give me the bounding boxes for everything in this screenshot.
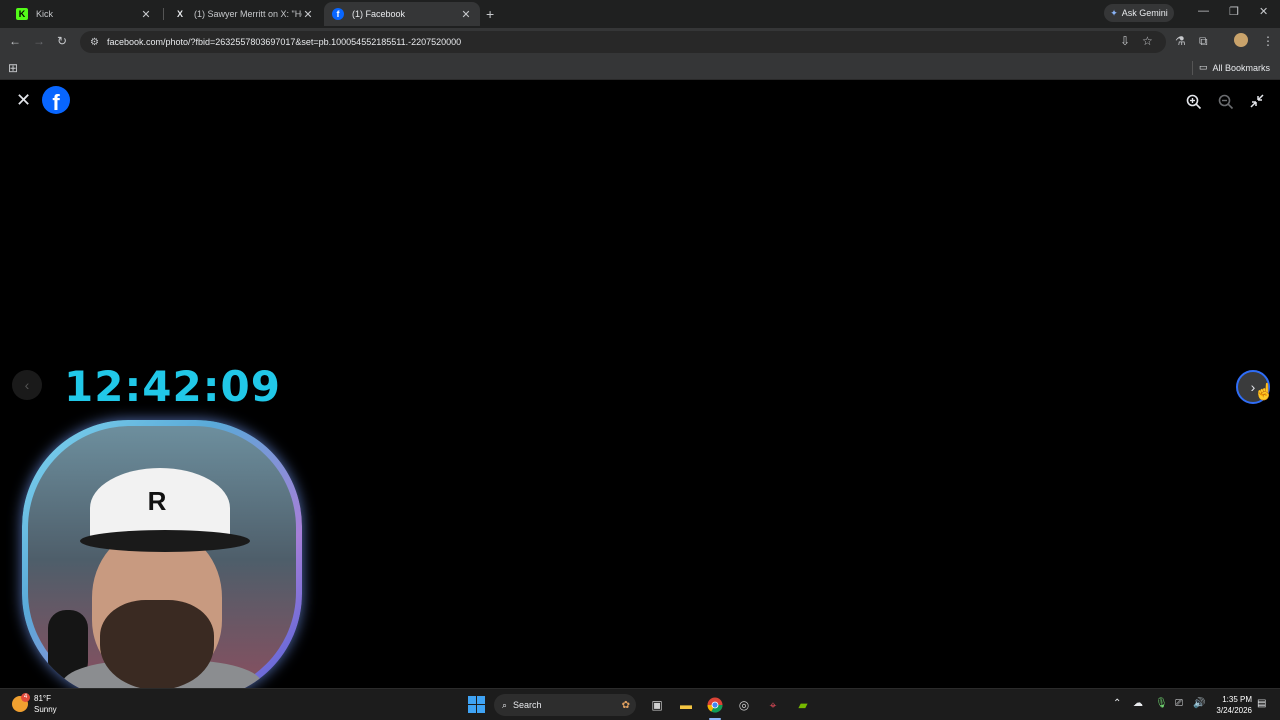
file-explorer-icon[interactable]: ▬	[677, 696, 695, 714]
all-bookmarks-button[interactable]: ▭ All Bookmarks	[1199, 62, 1270, 73]
bookmarks-bar: ⊞ ▭ All Bookmarks	[0, 56, 1280, 80]
weather-condition: Sunny	[34, 705, 57, 714]
tray-overflow-chevron-icon[interactable]: ⌃	[1113, 698, 1121, 709]
address-bar[interactable]: ⚙ facebook.com/photo/?fbid=2632557803697…	[80, 31, 1166, 53]
obs-icon[interactable]: ◎	[735, 696, 753, 714]
all-bookmarks-label: All Bookmarks	[1212, 62, 1270, 73]
forward-arrow-icon[interactable]: →	[33, 34, 45, 48]
onedrive-icon[interactable]: ☁	[1133, 698, 1143, 709]
ask-gemini-button[interactable]: ✦ Ask Gemini	[1104, 4, 1174, 22]
bookmark-star-icon[interactable]: ☆	[1142, 34, 1153, 48]
profile-avatar[interactable]	[1234, 33, 1248, 47]
browser-toolbar: ← → ↻ ⚙ facebook.com/photo/?fbid=2632557…	[0, 28, 1280, 56]
tab-title: (1) Sawyer Merritt on X: "Holy m	[194, 9, 302, 19]
menu-kebab-icon[interactable]: ⋮	[1262, 34, 1274, 48]
start-windows-icon[interactable]	[468, 696, 485, 713]
weather-sun-icon: 4	[12, 693, 30, 712]
weather-widget[interactable]: 4 81°F Sunny	[12, 693, 57, 715]
reload-icon[interactable]: ↻	[57, 34, 67, 48]
kick-favicon-icon: K	[16, 8, 28, 20]
search-highlight-icon: ✿	[621, 699, 630, 711]
tab-close-icon[interactable]: ✕	[140, 8, 152, 21]
cap-brim	[80, 530, 250, 552]
url-text: facebook.com/photo/?fbid=263255780369701…	[106, 37, 462, 47]
install-app-icon[interactable]: ⇩	[1120, 34, 1130, 48]
nvidia-icon[interactable]: ▰	[794, 696, 812, 714]
bookmarks-divider	[1192, 61, 1193, 75]
search-icon: ⌕	[502, 699, 508, 710]
taskbar-search[interactable]: ⌕ Search ✿	[494, 694, 636, 716]
gemini-sparkle-icon: ✦	[1110, 7, 1118, 18]
chevron-left-icon: ‹	[24, 377, 30, 393]
folder-icon: ▭	[1198, 62, 1208, 72]
notifications-icon[interactable]: ▤	[1257, 698, 1266, 709]
clock-time: 1:35 PM	[1222, 695, 1252, 704]
back-arrow-icon[interactable]: ←	[9, 34, 21, 48]
streamer-beard	[100, 600, 214, 690]
x-favicon-icon: X	[176, 9, 183, 19]
weather-temperature: 81°F	[34, 694, 51, 703]
task-view-icon[interactable]: ▣	[648, 696, 666, 714]
zoom-out-icon[interactable]	[1218, 94, 1238, 114]
new-tab-plus-icon[interactable]: +	[486, 6, 494, 22]
screenshot-icon[interactable]: ⧉	[1199, 34, 1208, 49]
search-label: Search	[513, 700, 542, 710]
site-settings-icon[interactable]: ⚙	[90, 37, 99, 48]
browser-tab-strip: K Kick ✕ X (1) Sawyer Merritt on X: "Hol…	[0, 0, 1280, 28]
stream-clock-overlay: 12:42:09	[64, 362, 281, 411]
minimize-icon[interactable]: —	[1198, 5, 1209, 17]
ask-gemini-label: Ask Gemini	[1121, 8, 1168, 18]
window-close-icon[interactable]: ✕	[1259, 5, 1268, 18]
facebook-favicon-icon: f	[332, 8, 344, 20]
close-icon[interactable]: ✕	[16, 90, 31, 111]
microphone-icon[interactable]: 🎙	[1155, 698, 1168, 709]
extension-icon[interactable]: ⚗	[1175, 34, 1186, 48]
tab-close-icon[interactable]: ✕	[460, 8, 472, 21]
restore-icon[interactable]: ❐	[1229, 5, 1239, 18]
clock-date: 3/24/2026	[1216, 706, 1252, 715]
webcam-overlay: R	[22, 420, 302, 700]
volume-icon[interactable]: 🔊	[1193, 698, 1205, 709]
tab-close-icon[interactable]: ✕	[302, 8, 314, 21]
photo-viewer: ✕ f ‹ › ☝ 12:42:09 R	[0, 80, 1280, 700]
map-pin-app-icon[interactable]: ⌖	[764, 696, 782, 714]
exit-fullscreen-icon[interactable]	[1250, 94, 1270, 114]
apps-grid-icon[interactable]: ⊞	[8, 61, 18, 75]
network-icon[interactable]: ⎚	[1175, 698, 1183, 709]
facebook-logo-letter: f	[52, 90, 60, 114]
tab-divider	[163, 8, 164, 20]
cap-logo: R	[147, 486, 167, 516]
chrome-icon[interactable]	[706, 696, 724, 714]
tab-x-post[interactable]: X (1) Sawyer Merritt on X: "Holy m ✕	[166, 2, 322, 26]
tab-kick[interactable]: K Kick ✕	[8, 2, 160, 26]
tab-title: Kick	[36, 9, 54, 19]
zoom-in-icon[interactable]	[1186, 94, 1206, 114]
system-clock[interactable]: 1:35 PM 3/24/2026	[1208, 694, 1252, 716]
tab-facebook[interactable]: f (1) Facebook ✕	[324, 2, 480, 26]
windows-taskbar: 4 81°F Sunny ⌕ Search ✿ ▣ ▬ ◎ ⌖ ▰ ⌃ ☁ 🎙 …	[0, 688, 1280, 720]
previous-photo-button[interactable]: ‹	[12, 370, 42, 400]
facebook-logo[interactable]: f	[42, 86, 70, 114]
mouse-cursor-icon: ☝	[1254, 384, 1274, 401]
weather-badge: 4	[21, 693, 30, 702]
tab-title: (1) Facebook	[352, 9, 406, 19]
